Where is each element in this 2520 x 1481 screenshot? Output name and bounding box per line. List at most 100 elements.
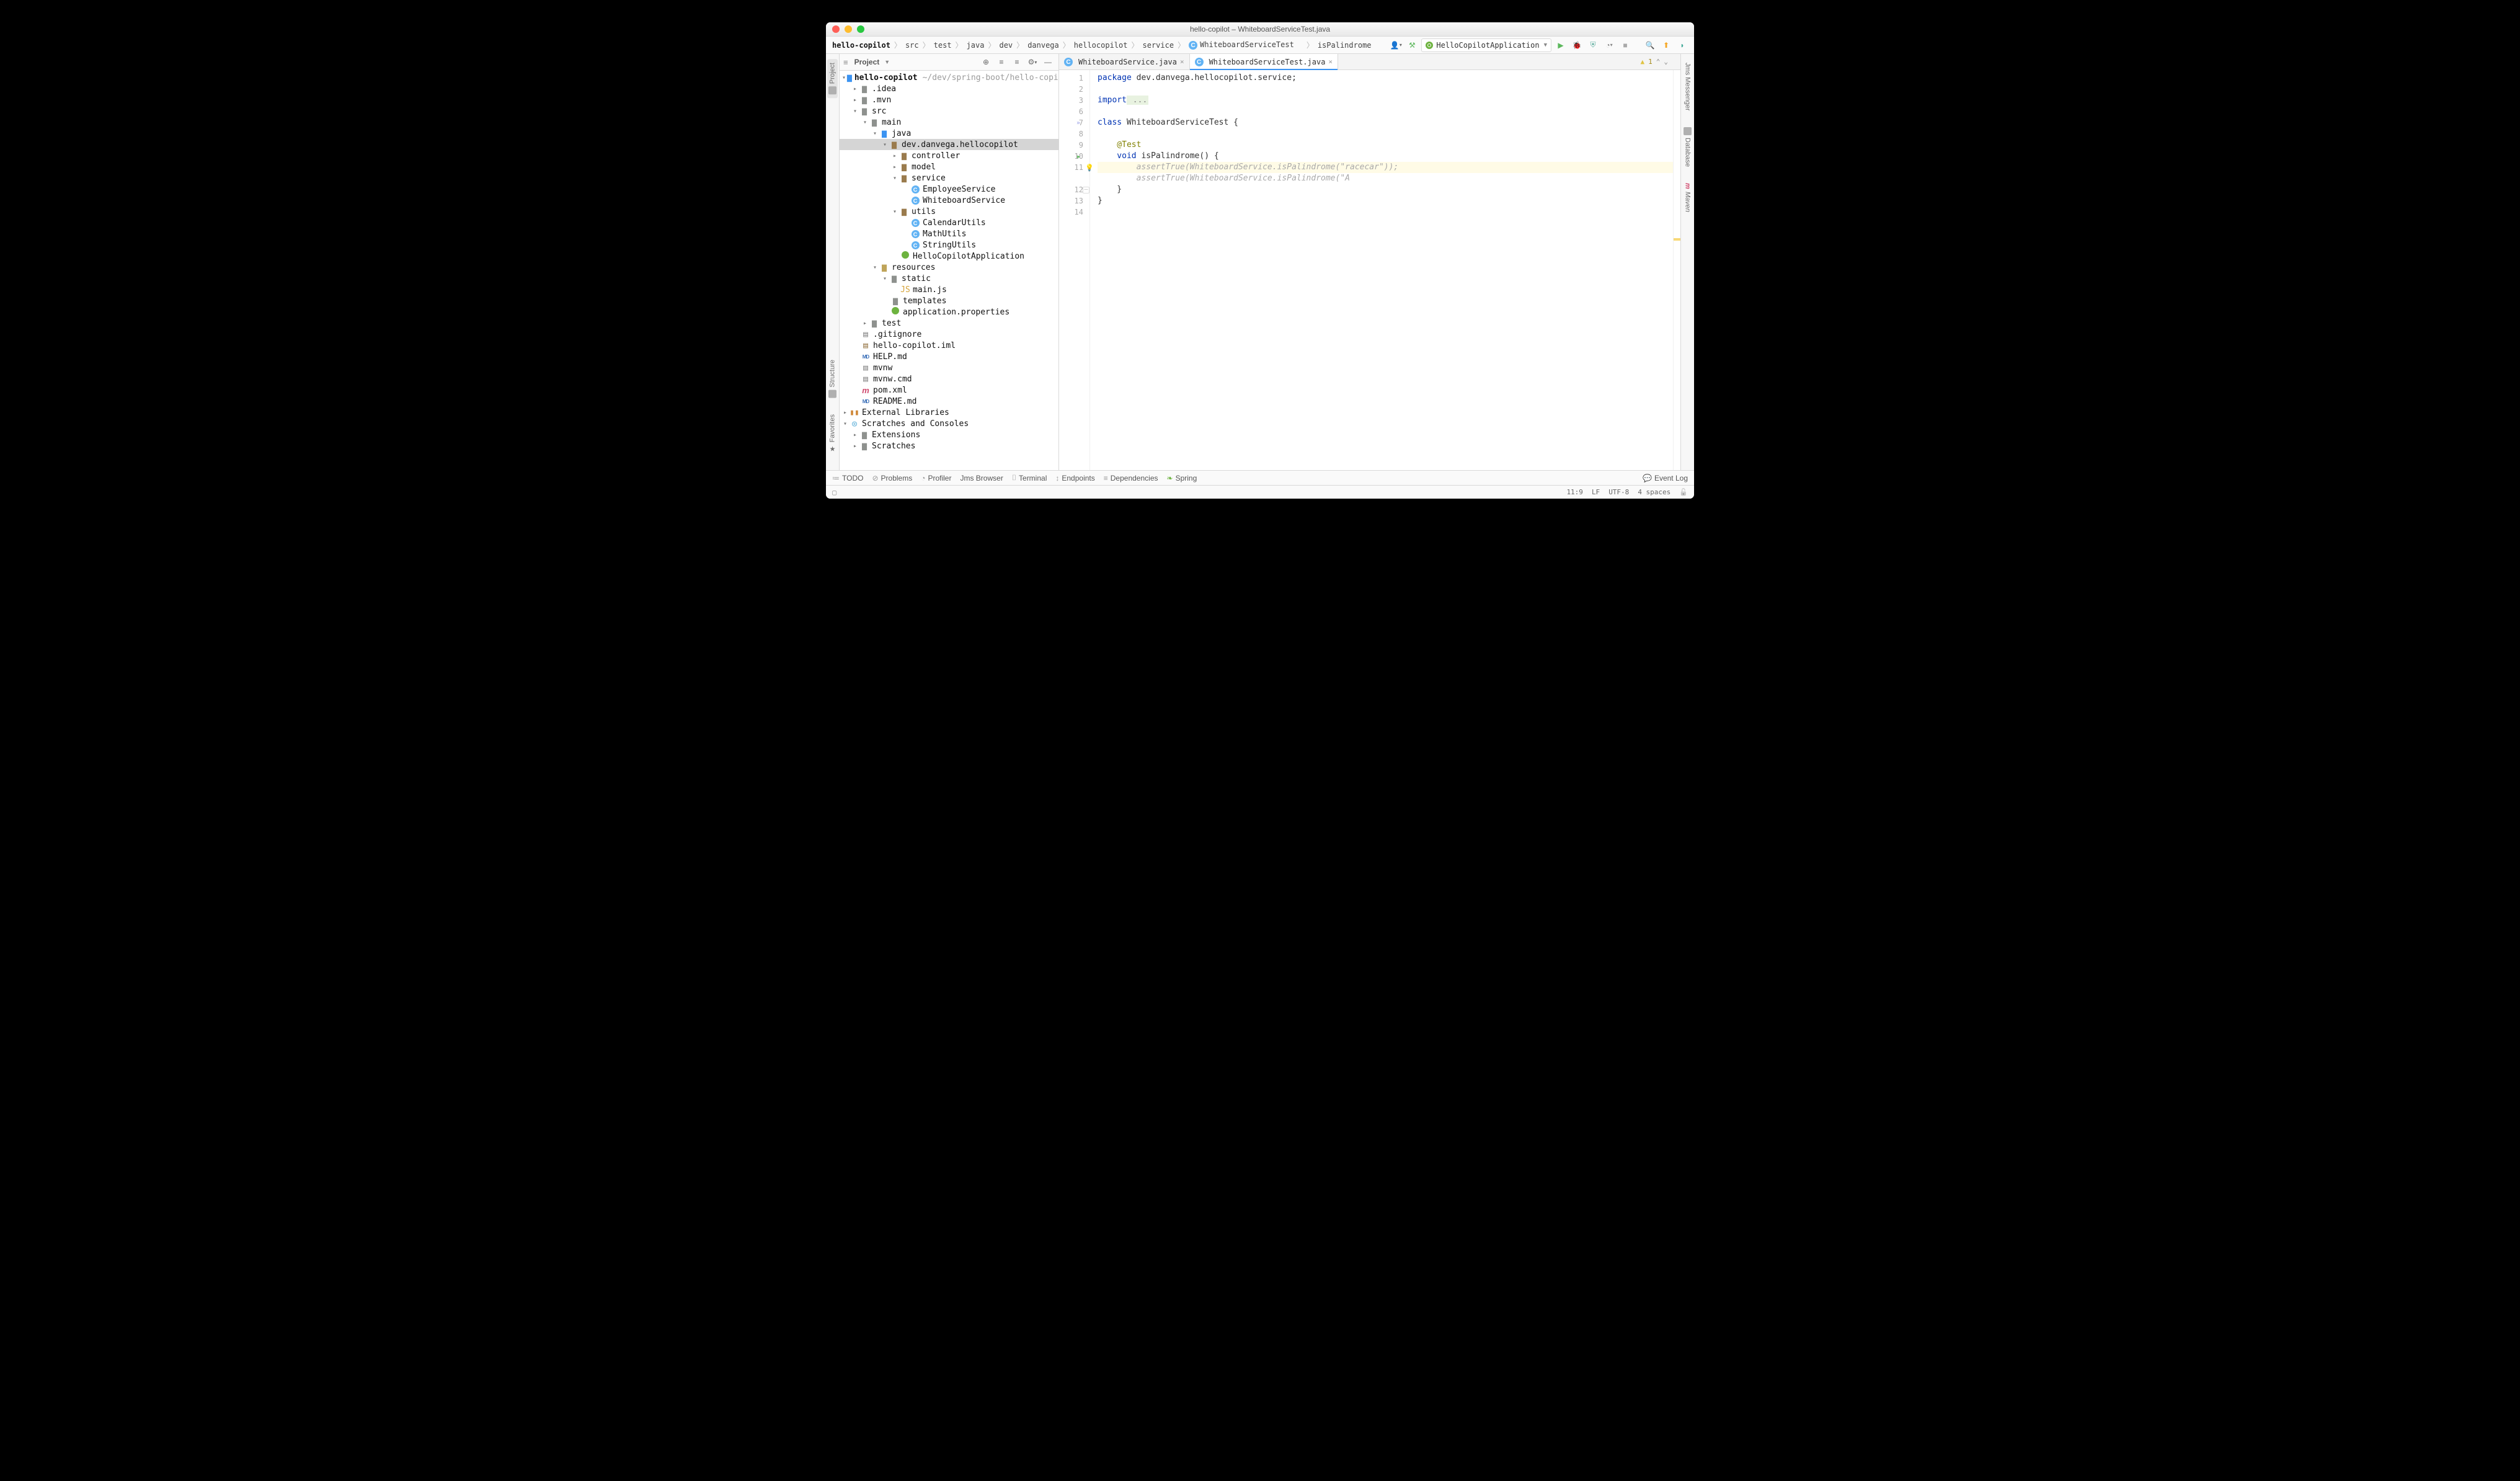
crumb-method[interactable]: isPalindrome bbox=[1316, 41, 1373, 50]
tree-item-selected[interactable]: ▆dev.danvega.hellocopilot bbox=[840, 139, 1058, 150]
run-with-coverage-button[interactable]: ⛨ bbox=[1586, 38, 1600, 52]
tree-item[interactable]: ◎Scratches and Consoles bbox=[840, 418, 1058, 429]
tree-item[interactable]: ▆Scratches bbox=[840, 440, 1058, 451]
crumb[interactable]: hellocopilot bbox=[1073, 41, 1129, 50]
tree-item[interactable]: ▤mvnw.cmd bbox=[840, 373, 1058, 385]
debug-button[interactable]: 🐞 bbox=[1570, 38, 1584, 52]
stop-button[interactable]: ■ bbox=[1618, 38, 1632, 52]
search-everywhere-icon[interactable]: 🔍 bbox=[1643, 38, 1657, 52]
tree-item[interactable]: EmployeeService bbox=[840, 184, 1058, 195]
tree-item[interactable]: ▆resources bbox=[840, 262, 1058, 273]
run-class-gutter-icon[interactable] bbox=[1076, 120, 1080, 127]
code-editor[interactable]: 1 2 3 6 7 8 9 10 11 12 13 14 package dev… bbox=[1059, 70, 1680, 470]
maximize-window-button[interactable] bbox=[857, 25, 864, 33]
tree-root[interactable]: ▆hello-copilot~/dev/spring-boot/hello-co… bbox=[840, 72, 1058, 83]
tree-item[interactable]: JSmain.js bbox=[840, 284, 1058, 295]
inspection-summary[interactable]: 1 ⌃ ⌄ bbox=[1641, 58, 1669, 66]
readonly-lock-icon[interactable] bbox=[1679, 488, 1688, 496]
structure-tool-tab[interactable]: Structure bbox=[827, 356, 838, 402]
settings-gear-icon[interactable]: ⚙▾ bbox=[1026, 55, 1039, 69]
favorites-tool-tab[interactable]: ★Favorites bbox=[827, 411, 838, 456]
tree-item[interactable]: ▤.gitignore bbox=[840, 329, 1058, 340]
maven-tool-tab[interactable]: mMaven bbox=[1683, 179, 1693, 216]
tree-item[interactable]: ▆main bbox=[840, 117, 1058, 128]
tree-item[interactable]: ▆java bbox=[840, 128, 1058, 139]
endpoints-tool-button[interactable]: ↕Endpoints bbox=[1055, 474, 1094, 483]
dependencies-tool-button[interactable]: ≡Dependencies bbox=[1104, 474, 1158, 483]
build-hammer-icon[interactable]: ⚒ bbox=[1405, 38, 1419, 52]
intention-bulb-icon[interactable] bbox=[1085, 164, 1094, 172]
tree-item[interactable]: ▆.mvn bbox=[840, 94, 1058, 105]
terminal-tool-button[interactable]: ⌷Terminal bbox=[1012, 473, 1047, 483]
crumb-class[interactable]: WhiteboardServiceTest bbox=[1187, 40, 1295, 50]
indent-setting[interactable]: 4 spaces bbox=[1638, 488, 1670, 496]
tree-item[interactable]: ▆Extensions bbox=[840, 429, 1058, 440]
file-encoding[interactable]: UTF-8 bbox=[1608, 488, 1629, 496]
warning-marker[interactable] bbox=[1674, 238, 1680, 241]
crumb[interactable]: java bbox=[965, 41, 986, 50]
profile-button[interactable]: ◔▾ bbox=[1602, 38, 1616, 52]
crumb[interactable]: src bbox=[904, 41, 920, 50]
tree-item[interactable]: WhiteboardService bbox=[840, 195, 1058, 206]
editor-tab[interactable]: WhiteboardService.java × bbox=[1059, 54, 1190, 69]
tree-item[interactable]: ▆service bbox=[840, 172, 1058, 184]
crumb[interactable]: dev bbox=[998, 41, 1014, 50]
crumb[interactable]: danvega bbox=[1026, 41, 1060, 50]
prev-problem-icon[interactable]: ⌃ bbox=[1656, 58, 1661, 66]
tree-item[interactable]: application.properties bbox=[840, 306, 1058, 318]
todo-tool-button[interactable]: ≔TODO bbox=[832, 474, 863, 483]
tree-item[interactable]: HelloCopilotApplication bbox=[840, 251, 1058, 262]
tree-item[interactable]: ▆templates bbox=[840, 295, 1058, 306]
editor-tab-active[interactable]: WhiteboardServiceTest.java × bbox=[1190, 54, 1338, 69]
tree-item[interactable]: ▆model bbox=[840, 161, 1058, 172]
project-tool-tab[interactable]: Project bbox=[827, 59, 838, 98]
tree-item[interactable]: StringUtils bbox=[840, 239, 1058, 251]
tree-item[interactable]: ▆controller bbox=[840, 150, 1058, 161]
line-separator[interactable]: LF bbox=[1592, 488, 1600, 496]
tree-item[interactable]: ▮▮External Libraries bbox=[840, 407, 1058, 418]
tree-item[interactable]: mpom.xml bbox=[840, 385, 1058, 396]
locate-file-icon[interactable]: ⊕ bbox=[979, 55, 993, 69]
tree-item[interactable]: MDHELP.md bbox=[840, 351, 1058, 362]
crumb[interactable]: service bbox=[1142, 41, 1176, 50]
run-button[interactable]: ▶ bbox=[1554, 38, 1568, 52]
update-available-icon[interactable]: ⬆ bbox=[1659, 38, 1673, 52]
hide-panel-icon[interactable]: — bbox=[1041, 55, 1055, 69]
tree-item[interactable]: ▆.idea bbox=[840, 83, 1058, 94]
collapse-all-icon[interactable]: ≡ bbox=[1010, 55, 1024, 69]
jms-tool-tab[interactable]: Jms Messenger bbox=[1683, 59, 1693, 115]
profiler-tool-button[interactable]: ◔Profiler bbox=[921, 474, 951, 483]
chevron-down-icon[interactable]: ▼ bbox=[884, 59, 890, 65]
tree-item[interactable]: CalendarUtils bbox=[840, 217, 1058, 228]
next-problem-icon[interactable]: ⌄ bbox=[1664, 58, 1668, 66]
analysis-stripe[interactable] bbox=[1673, 70, 1680, 470]
tree-item[interactable]: ▆src bbox=[840, 105, 1058, 117]
fold-icon[interactable] bbox=[1083, 186, 1089, 193]
jms-tool-button[interactable]: Jms Browser bbox=[960, 474, 1003, 483]
expand-all-icon[interactable]: ≡ bbox=[995, 55, 1008, 69]
minimize-window-button[interactable] bbox=[845, 25, 852, 33]
problems-tool-button[interactable]: ⊘Problems bbox=[872, 474, 912, 483]
event-log-button[interactable]: 💬Event Log bbox=[1643, 474, 1688, 483]
code-content[interactable]: package dev.danvega.hellocopilot.service… bbox=[1090, 70, 1673, 470]
close-tab-icon[interactable]: × bbox=[1328, 58, 1333, 66]
tree-item[interactable]: ▤hello-copilot.iml bbox=[840, 340, 1058, 351]
tree-item[interactable]: ▤mvnw bbox=[840, 362, 1058, 373]
tree-item[interactable]: ▆static bbox=[840, 273, 1058, 284]
close-window-button[interactable] bbox=[832, 25, 840, 33]
tree-item[interactable]: MDREADME.md bbox=[840, 396, 1058, 407]
crumb-project[interactable]: hello-copilot bbox=[831, 41, 892, 50]
run-config-selector[interactable]: HelloCopilotApplication ▼ bbox=[1421, 38, 1551, 52]
project-tree[interactable]: ▆hello-copilot~/dev/spring-boot/hello-co… bbox=[840, 71, 1058, 470]
ide-scripting-icon[interactable]: ◗ bbox=[1675, 38, 1689, 52]
database-tool-tab[interactable]: Database bbox=[1682, 123, 1693, 171]
crumb[interactable]: test bbox=[933, 41, 953, 50]
tree-item[interactable]: MathUtils bbox=[840, 228, 1058, 239]
cursor-position[interactable]: 11:9 bbox=[1566, 488, 1583, 496]
user-icon[interactable]: 👤▾ bbox=[1389, 38, 1403, 52]
run-test-gutter-icon[interactable] bbox=[1076, 152, 1081, 161]
tool-windows-toggle-icon[interactable] bbox=[832, 488, 836, 497]
close-tab-icon[interactable]: × bbox=[1180, 58, 1184, 66]
tree-item[interactable]: ▆test bbox=[840, 318, 1058, 329]
tree-item[interactable]: ▆utils bbox=[840, 206, 1058, 217]
